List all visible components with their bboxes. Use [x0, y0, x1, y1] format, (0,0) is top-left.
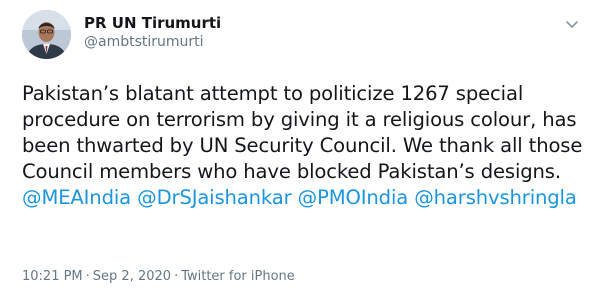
meta-separator: ·	[174, 269, 179, 284]
tweet-time[interactable]: 10:21 PM	[22, 269, 83, 284]
mention-link[interactable]: @MEAIndia	[22, 186, 131, 209]
mention-link[interactable]: @PMOIndia	[298, 186, 409, 209]
author-block: PR UN Tirumurti @ambtstirumurti	[84, 14, 221, 52]
tweet-meta: 10:21 PM · Sep 2, 2020 · Twitter for iPhone	[22, 268, 295, 286]
tweet-text-body: Pakistan’s blatant attempt to politicize…	[22, 82, 583, 183]
tweet-source-link[interactable]: Twitter for iPhone	[181, 269, 295, 284]
mention-link[interactable]: @harshvshringla	[414, 186, 577, 209]
tweet-card: PR UN Tirumurti @ambtstirumurti Pakistan…	[0, 0, 600, 300]
author-handle[interactable]: @ambtstirumurti	[84, 33, 221, 52]
meta-separator: ·	[85, 269, 90, 284]
mention-link[interactable]: @DrSJaishankar	[137, 186, 292, 209]
avatar[interactable]	[22, 10, 71, 59]
chevron-down-icon[interactable]	[564, 16, 580, 32]
author-display-name[interactable]: PR UN Tirumurti	[84, 14, 221, 33]
tweet-date[interactable]: Sep 2, 2020	[93, 269, 171, 284]
tweet-text: Pakistan’s blatant attempt to politicize…	[22, 81, 592, 211]
